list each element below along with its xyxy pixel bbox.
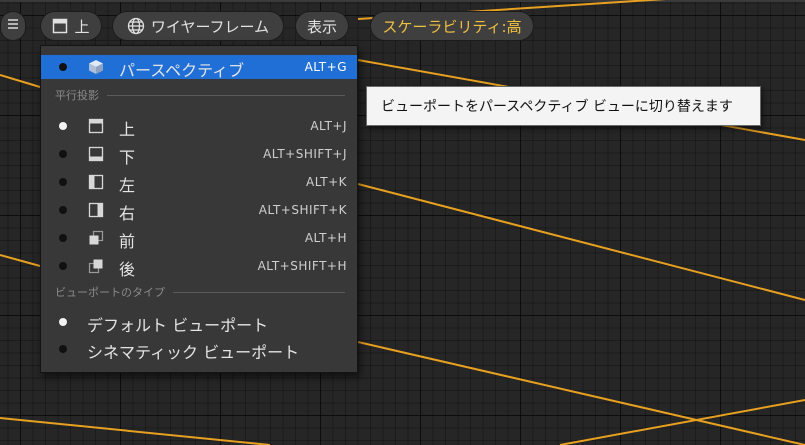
scalability-button[interactable]: スケーラビリティ:高 bbox=[370, 11, 534, 41]
radio-dot bbox=[59, 122, 67, 130]
menu-item-label: 左 bbox=[119, 176, 136, 195]
view-mode-button[interactable]: 上 bbox=[40, 11, 102, 41]
viewport-options-button[interactable] bbox=[0, 11, 26, 41]
globe-wireframe-icon bbox=[127, 17, 145, 35]
radio-dot bbox=[59, 63, 67, 71]
view-mode-menu: パースペクティブ ALT+G 平行投影 上 ALT+J 下 ALT+SHIFT+… bbox=[40, 45, 358, 373]
menu-item-shortcut: ALT+SHIFT+J bbox=[263, 147, 347, 161]
menu-item-label: デフォルト ビューポート bbox=[87, 316, 269, 335]
menu-item-left[interactable]: 左 ALT+K bbox=[41, 170, 357, 195]
menu-item-shortcut: ALT+J bbox=[310, 119, 347, 133]
menu-item-label: パースペクティブ bbox=[119, 61, 245, 80]
show-menu-button[interactable]: 表示 bbox=[295, 11, 349, 41]
menu-item-shortcut: ALT+K bbox=[306, 175, 347, 189]
view-top-icon bbox=[88, 118, 104, 134]
menu-item-front[interactable]: 前 ALT+H bbox=[41, 226, 357, 251]
menu-item-label: 後 bbox=[119, 260, 136, 279]
menu-item-right[interactable]: 右 ALT+SHIFT+K bbox=[41, 198, 357, 223]
menu-item-label: 上 bbox=[119, 120, 136, 139]
perspective-tooltip: ビューポートをパースペクティブ ビューに切り替えます bbox=[366, 86, 761, 126]
section-header-label: 平行投影 bbox=[55, 89, 99, 102]
menu-item-cinematic-viewport[interactable]: シネマティック ビューポート bbox=[41, 337, 357, 362]
radio-dot bbox=[59, 150, 67, 158]
menu-item-label: 右 bbox=[119, 204, 136, 223]
radio-dot bbox=[59, 178, 67, 186]
perspective-cube-icon bbox=[88, 59, 104, 75]
view-back-icon bbox=[88, 258, 104, 274]
view-left-icon bbox=[88, 174, 104, 190]
menu-item-shortcut: ALT+SHIFT+K bbox=[258, 203, 347, 217]
menu-item-back[interactable]: 後 ALT+SHIFT+H bbox=[41, 254, 357, 279]
wire-line bbox=[559, 399, 805, 445]
view-top-icon bbox=[52, 18, 68, 34]
menu-item-label: 下 bbox=[119, 148, 136, 167]
render-mode-button[interactable]: ワイヤーフレーム bbox=[112, 11, 284, 41]
scalability-label: スケーラビリティ:高 bbox=[382, 17, 522, 36]
menu-item-label: シネマティック ビューポート bbox=[87, 343, 300, 362]
wire-line bbox=[0, 417, 271, 445]
view-front-icon bbox=[88, 230, 104, 246]
menu-item-label: 前 bbox=[119, 232, 136, 251]
section-header-viewport-type: ビューポートのタイプ bbox=[55, 285, 345, 299]
radio-dot bbox=[59, 206, 67, 214]
hamburger-icon bbox=[6, 17, 20, 35]
wire-line bbox=[0, 254, 41, 267]
menu-item-bottom[interactable]: 下 ALT+SHIFT+J bbox=[41, 142, 357, 167]
wire-line bbox=[357, 341, 805, 445]
render-mode-label: ワイヤーフレーム bbox=[150, 17, 270, 36]
menu-item-shortcut: ALT+G bbox=[304, 60, 347, 74]
radio-dot bbox=[59, 262, 67, 270]
section-divider bbox=[173, 291, 345, 293]
menu-item-top[interactable]: 上 ALT+J bbox=[41, 114, 357, 139]
radio-dot bbox=[59, 318, 67, 326]
section-header-ortho: 平行投影 bbox=[55, 88, 345, 102]
viewport-toolbar: 上 ワイヤーフレーム 表示 スケーラビリティ:高 bbox=[0, 11, 805, 43]
menu-item-shortcut: ALT+SHIFT+H bbox=[257, 259, 347, 273]
radio-dot bbox=[59, 234, 67, 242]
tooltip-text: ビューポートをパースペクティブ ビューに切り替えます bbox=[381, 99, 733, 115]
menu-item-default-viewport[interactable]: デフォルト ビューポート bbox=[41, 310, 357, 335]
wire-line bbox=[0, 74, 41, 88]
view-bottom-icon bbox=[88, 146, 104, 162]
section-header-label: ビューポートのタイプ bbox=[55, 286, 165, 299]
view-right-icon bbox=[88, 202, 104, 218]
view-mode-label: 上 bbox=[74, 17, 90, 36]
menu-item-perspective[interactable]: パースペクティブ ALT+G bbox=[41, 55, 357, 80]
show-menu-label: 表示 bbox=[306, 17, 337, 36]
section-divider bbox=[107, 94, 345, 96]
radio-dot bbox=[59, 345, 67, 353]
wire-line bbox=[357, 183, 805, 301]
menu-item-shortcut: ALT+H bbox=[304, 231, 347, 245]
